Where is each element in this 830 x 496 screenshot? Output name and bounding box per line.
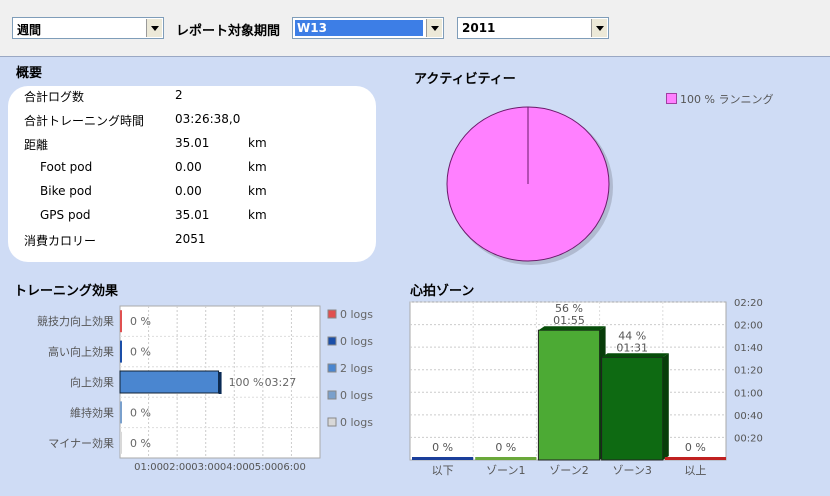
x-tick-label: 06:00 bbox=[277, 462, 306, 473]
legend-label: 2 logs bbox=[340, 362, 373, 375]
time-label: 03:27 bbox=[265, 376, 297, 389]
summary-unit: km bbox=[248, 160, 267, 174]
percent-label: 0 % bbox=[685, 441, 706, 454]
hr-zone-chart: 02:20 02:00 01:40 01:20 01:00 00:40 00:20 0 % 以下… bbox=[409, 298, 763, 477]
percent-label: 0 % bbox=[130, 315, 151, 328]
percent-label: 100 % bbox=[229, 376, 264, 389]
category-label: 以上 bbox=[684, 464, 706, 477]
bar-shadow bbox=[218, 372, 222, 394]
bar bbox=[412, 457, 474, 460]
summary-title: 概要 bbox=[16, 66, 43, 81]
training-effect-title: トレーニング効果 bbox=[14, 284, 119, 299]
summary-unit: km bbox=[248, 184, 267, 198]
percent-label: 0 % bbox=[432, 441, 453, 454]
chevron-down-icon[interactable] bbox=[591, 19, 607, 37]
bar bbox=[537, 329, 601, 461]
chevron-down-icon[interactable] bbox=[426, 19, 442, 37]
category-label: ゾーン1 bbox=[486, 464, 525, 477]
week-selection: W13 bbox=[294, 19, 424, 37]
category-label: ゾーン3 bbox=[612, 464, 651, 477]
legend-swatch bbox=[327, 336, 337, 346]
y-tick-label: 01:40 bbox=[734, 343, 763, 354]
summary-value: 2 bbox=[175, 88, 183, 102]
week-value: W13 bbox=[297, 21, 327, 35]
summary-label: 距離 bbox=[24, 138, 49, 152]
summary-label: Bike pod bbox=[40, 184, 92, 198]
activity-title: アクティビティー bbox=[414, 72, 516, 87]
pie-legend: 100 % ランニング bbox=[666, 91, 773, 107]
summary-label: Foot pod bbox=[40, 160, 93, 174]
category-label: 以下 bbox=[432, 464, 454, 477]
y-tick-label: 00:40 bbox=[734, 411, 763, 422]
chevron-down-icon[interactable] bbox=[146, 19, 162, 37]
category-label: 向上効果 bbox=[70, 375, 114, 389]
legend-swatch bbox=[327, 309, 337, 319]
legend-label: 0 logs bbox=[340, 308, 373, 321]
week-dropdown[interactable]: W13 bbox=[292, 17, 444, 39]
training-effect-chart: 競技力向上効果 0 % 0 logs 高い向上効果 0 % 0 logs 向上効果 100 %… bbox=[37, 305, 373, 473]
y-tick-label: 00:20 bbox=[734, 433, 763, 444]
bar bbox=[601, 356, 664, 461]
time-label: 01:31 bbox=[616, 341, 648, 354]
x-tick-label: 01:00 bbox=[134, 462, 163, 473]
legend-swatch bbox=[327, 417, 337, 427]
percent-label: 0 % bbox=[130, 346, 151, 359]
y-tick-label: 01:20 bbox=[734, 366, 763, 377]
bar bbox=[119, 370, 220, 394]
legend-swatch bbox=[666, 93, 677, 104]
legend-label: 0 logs bbox=[340, 335, 373, 348]
percent-label: 0 % bbox=[130, 437, 151, 450]
y-tick-label: 02:20 bbox=[734, 298, 763, 309]
period-label: レポート対象期間 bbox=[176, 24, 281, 39]
bar bbox=[664, 457, 726, 460]
y-tick-label: 01:00 bbox=[734, 388, 763, 399]
category-label: 高い向上効果 bbox=[48, 345, 114, 359]
bar bbox=[120, 310, 122, 333]
year-dropdown[interactable]: 2011 bbox=[457, 17, 609, 39]
summary-value: 03:26:38,0 bbox=[175, 112, 241, 126]
category-label: 維持効果 bbox=[70, 405, 114, 419]
summary-label: GPS pod bbox=[40, 208, 91, 222]
summary-label: 合計ログ数 bbox=[24, 90, 85, 104]
summary-value: 0.00 bbox=[175, 184, 202, 198]
hr-zone-title: 心拍ゾーン bbox=[410, 284, 475, 299]
bar bbox=[120, 401, 122, 424]
category-label: マイナー効果 bbox=[48, 436, 114, 450]
summary-unit: km bbox=[248, 208, 267, 222]
legend-label: 0 logs bbox=[340, 416, 373, 429]
year-value: 2011 bbox=[462, 21, 496, 35]
bar bbox=[475, 457, 537, 460]
bar-side bbox=[662, 353, 669, 460]
bar bbox=[120, 340, 122, 363]
summary-unit: km bbox=[248, 136, 267, 150]
activity-pie-chart bbox=[446, 106, 613, 265]
period-type-dropdown[interactable]: 週間 bbox=[12, 17, 164, 39]
x-tick-label: 04:00 bbox=[220, 462, 249, 473]
bar bbox=[120, 431, 122, 454]
time-label: 01:55 bbox=[553, 314, 585, 327]
legend-swatch bbox=[327, 363, 337, 373]
summary-value: 35.01 bbox=[175, 208, 210, 222]
summary-label: 消費カロリー bbox=[24, 234, 97, 248]
category-label: ゾーン2 bbox=[549, 464, 588, 477]
period-type-value: 週間 bbox=[17, 23, 42, 37]
legend-label: 0 logs bbox=[340, 389, 373, 402]
percent-label: 0 % bbox=[495, 441, 516, 454]
summary-value: 35.01 bbox=[175, 136, 210, 150]
x-tick-label: 02:00 bbox=[163, 462, 192, 473]
percent-label: 0 % bbox=[130, 406, 151, 419]
summary-value: 2051 bbox=[175, 232, 206, 246]
toolbar: 週間 レポート対象期間 W13 2011 bbox=[0, 0, 830, 57]
x-tick-label: 03:00 bbox=[191, 462, 220, 473]
legend-swatch bbox=[327, 390, 337, 400]
summary-value: 0.00 bbox=[175, 160, 202, 174]
pie-legend-label: 100 % ランニング bbox=[680, 93, 774, 106]
y-tick-label: 02:00 bbox=[734, 321, 763, 332]
summary-label: 合計トレーニング時間 bbox=[24, 114, 145, 128]
category-label: 競技力向上効果 bbox=[37, 314, 114, 328]
x-tick-label: 05:00 bbox=[248, 462, 277, 473]
